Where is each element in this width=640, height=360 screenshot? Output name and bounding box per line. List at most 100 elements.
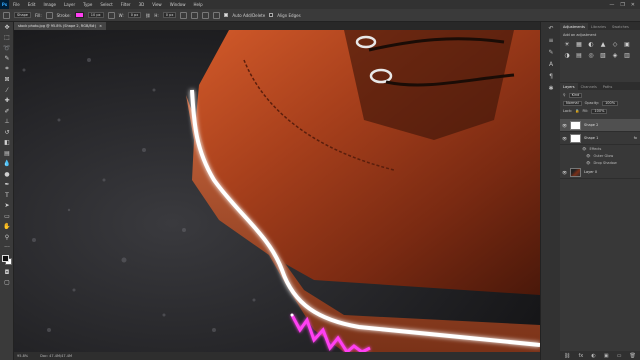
layer-row-shape-2[interactable]: 👁 Shape 2 xyxy=(560,119,640,132)
rectangle-tool-icon[interactable]: ▭ xyxy=(0,211,14,222)
new-fill-layer-icon[interactable]: ▣ xyxy=(604,353,609,359)
quick-select-tool-icon[interactable]: ✎ xyxy=(0,54,14,65)
stroke-width-field[interactable]: 10 px xyxy=(87,12,104,18)
lasso-tool-icon[interactable]: ➰ xyxy=(0,43,14,54)
channel-mixer-icon[interactable]: ▧ xyxy=(599,51,607,59)
brightness-contrast-icon[interactable]: ☀ xyxy=(563,40,571,48)
stroke-swatch[interactable] xyxy=(74,12,84,18)
visibility-eye-icon[interactable]: 👁 xyxy=(562,136,567,141)
tab-adjustments[interactable]: Adjustments xyxy=(560,23,588,30)
tab-layers[interactable]: Layers xyxy=(560,83,578,90)
color-swatches[interactable] xyxy=(0,253,14,267)
invert-icon[interactable]: ▥ xyxy=(623,51,631,59)
marquee-tool-icon[interactable]: ⬚ xyxy=(0,33,14,44)
menu-filter[interactable]: Filter xyxy=(117,2,135,7)
blur-tool-icon[interactable]: 💧 xyxy=(0,159,14,170)
eyedropper-tool-icon[interactable]: ⁄ xyxy=(0,85,14,96)
effect-drop-shadow[interactable]: 👁 Drop Shadow xyxy=(560,159,640,166)
levels-icon[interactable]: ▦ xyxy=(575,40,583,48)
close-window-icon[interactable]: ✕ xyxy=(631,2,635,8)
clone-stamp-tool-icon[interactable]: ⊥ xyxy=(0,117,14,128)
height-field[interactable]: 0 px xyxy=(162,12,177,18)
history-panel-icon[interactable]: ↶ xyxy=(541,22,561,34)
document-canvas[interactable] xyxy=(14,30,540,352)
layer-row-shape-1[interactable]: 👁 Shape 1 fx xyxy=(560,132,640,145)
menu-file[interactable]: File xyxy=(9,2,24,7)
curves-icon[interactable]: ◐ xyxy=(587,40,595,48)
document-tab[interactable]: stock photo.jpg @ 95.8% (Shape 2, RGB/8#… xyxy=(14,22,106,30)
dodge-tool-icon[interactable]: ● xyxy=(0,169,14,180)
layer-row-layer-0[interactable]: 👁 Layer 0 xyxy=(560,166,640,179)
tab-swatches[interactable]: Swatches xyxy=(609,23,632,30)
effect-outer-glow[interactable]: 👁 Outer Glow xyxy=(560,152,640,159)
layer-fx-badge[interactable]: fx xyxy=(634,136,640,140)
frame-tool-icon[interactable]: ⊠ xyxy=(0,75,14,86)
menu-layer[interactable]: Layer xyxy=(60,2,79,7)
tab-paths[interactable]: Paths xyxy=(600,83,616,90)
visibility-eye-icon[interactable]: 👁 xyxy=(586,154,590,158)
menu-select[interactable]: Select xyxy=(96,2,116,7)
path-operations-icon[interactable] xyxy=(180,11,188,19)
add-mask-icon[interactable]: ◐ xyxy=(591,353,595,359)
gradient-tool-icon[interactable]: ▤ xyxy=(0,148,14,159)
layer-kind-filter[interactable]: Kind xyxy=(568,92,583,98)
layer-fill-field[interactable]: 100% xyxy=(591,108,608,114)
color-lookup-icon[interactable]: ◈ xyxy=(611,51,619,59)
menu-3d[interactable]: 3D xyxy=(135,2,149,7)
foreground-color-swatch[interactable] xyxy=(2,255,9,262)
zoom-tool-icon[interactable]: ⚲ xyxy=(0,232,14,243)
hue-saturation-icon[interactable]: ▣ xyxy=(623,40,631,48)
menu-type[interactable]: Type xyxy=(79,2,96,7)
menu-image[interactable]: Image xyxy=(39,2,60,7)
settings-gear-icon[interactable] xyxy=(213,11,221,19)
tab-channels[interactable]: Channels xyxy=(578,83,600,90)
zoom-level[interactable]: 95.8% xyxy=(17,354,28,358)
effects-row[interactable]: 👁 Effects xyxy=(560,145,640,152)
menu-window[interactable]: Window xyxy=(166,2,190,7)
stroke-type-icon[interactable] xyxy=(107,11,115,19)
visibility-eye-icon[interactable]: 👁 xyxy=(562,170,567,175)
tool-mode-select[interactable]: Shape xyxy=(14,12,31,18)
menu-help[interactable]: Help xyxy=(189,2,206,7)
align-edges-checkbox[interactable] xyxy=(269,13,274,17)
minimize-icon[interactable]: — xyxy=(609,2,614,8)
paragraph-panel-icon[interactable]: ¶ xyxy=(541,70,561,82)
properties-panel-icon[interactable]: ≡ xyxy=(541,34,561,46)
brush-panel-icon[interactable]: ✎ xyxy=(541,46,561,58)
delete-layer-icon[interactable]: 🗑 xyxy=(630,353,636,359)
healing-brush-tool-icon[interactable]: ✚ xyxy=(0,96,14,107)
crop-tool-icon[interactable]: ⌗ xyxy=(0,64,14,75)
quick-mask-icon[interactable]: ◘ xyxy=(0,267,14,278)
tab-libraries[interactable]: Libraries xyxy=(588,23,609,30)
new-layer-icon[interactable]: ▭ xyxy=(617,353,622,359)
history-brush-tool-icon[interactable]: ↺ xyxy=(0,127,14,138)
color-balance-icon[interactable]: ◑ xyxy=(563,51,571,59)
move-tool-icon[interactable]: ✥ xyxy=(0,22,14,33)
menu-edit[interactable]: Edit xyxy=(24,2,40,7)
vibrance-icon[interactable]: ◇ xyxy=(611,40,619,48)
visibility-eye-icon[interactable]: 👁 xyxy=(586,161,590,165)
close-tab-icon[interactable]: × xyxy=(99,24,102,28)
more-tools-icon[interactable]: ··· xyxy=(0,243,14,254)
visibility-eye-icon[interactable]: 👁 xyxy=(562,123,567,128)
screen-mode-icon[interactable]: ▢ xyxy=(0,278,14,289)
link-icon[interactable]: ⛓ xyxy=(145,13,150,18)
hand-tool-icon[interactable]: ✋ xyxy=(0,222,14,233)
menu-view[interactable]: View xyxy=(148,2,166,7)
opacity-field[interactable]: 100% xyxy=(602,100,619,106)
width-field[interactable]: 0 px xyxy=(127,12,142,18)
glyphs-panel-icon[interactable]: ✱ xyxy=(541,82,561,94)
filter-kind-icon[interactable]: ⚲ xyxy=(563,93,566,97)
brush-tool-icon[interactable]: ✐ xyxy=(0,106,14,117)
character-panel-icon[interactable]: A xyxy=(541,58,561,70)
fill-swatch-icon[interactable] xyxy=(45,11,53,19)
path-alignment-icon[interactable] xyxy=(191,11,199,19)
pen-tool-preset-icon[interactable] xyxy=(3,11,10,19)
black-white-icon[interactable]: ▤ xyxy=(575,51,583,59)
path-arrangement-icon[interactable] xyxy=(202,11,210,19)
lock-icon[interactable]: 🔒 xyxy=(575,109,579,113)
pen-tool-icon[interactable]: ✒ xyxy=(0,180,14,191)
maximize-icon[interactable]: ❐ xyxy=(620,2,624,8)
auto-add-delete-checkbox[interactable] xyxy=(224,13,229,17)
type-tool-icon[interactable]: T xyxy=(0,190,14,201)
